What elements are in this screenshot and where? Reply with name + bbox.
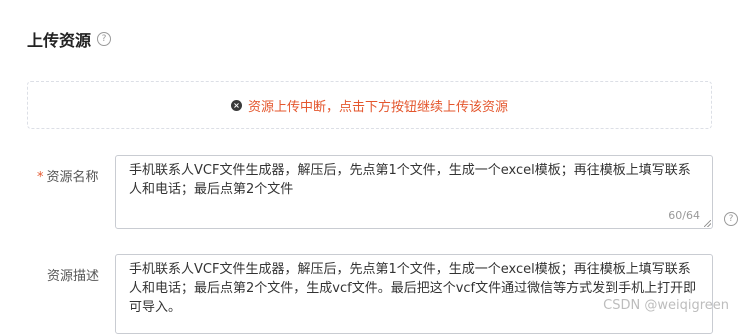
required-mark: * [37,170,44,185]
resource-description-label-text: 资源描述 [47,269,100,284]
resource-name-label-text: 资源名称 [46,170,99,185]
char-count: 60/64 [668,209,700,222]
upload-error-message: × 资源上传中断，点击下方按钮继续上传该资源 [230,96,508,115]
close-circle-icon: × [230,99,242,111]
question-circle-icon[interactable]: ? [724,212,738,226]
watermark: CSDN @weiqigreen [603,298,729,313]
upload-error-text: 资源上传中断，点击下方按钮继续上传该资源 [247,99,508,115]
upload-dropzone[interactable]: × 资源上传中断，点击下方按钮继续上传该资源 [27,81,712,129]
resource-name-label: * 资源名称 [37,166,99,185]
page-title: 上传资源 ? [27,27,112,51]
section-title: 上传资源 [27,31,92,50]
resource-name-value: 手机联系人VCF文件生成器，解压后，先点第1个文件，生成一个excel模板；再往… [129,163,691,197]
question-circle-icon[interactable]: ? [97,32,112,46]
resource-description-label: 资源描述 [47,265,99,284]
resource-description-textarea[interactable]: 手机联系人VCF文件生成器，解压后，先点第1个文件，生成一个excel模板；再往… [115,254,713,334]
resize-handle[interactable] [704,220,711,227]
resource-name-textarea[interactable]: 手机联系人VCF文件生成器，解压后，先点第1个文件，生成一个excel模板；再往… [115,155,713,229]
